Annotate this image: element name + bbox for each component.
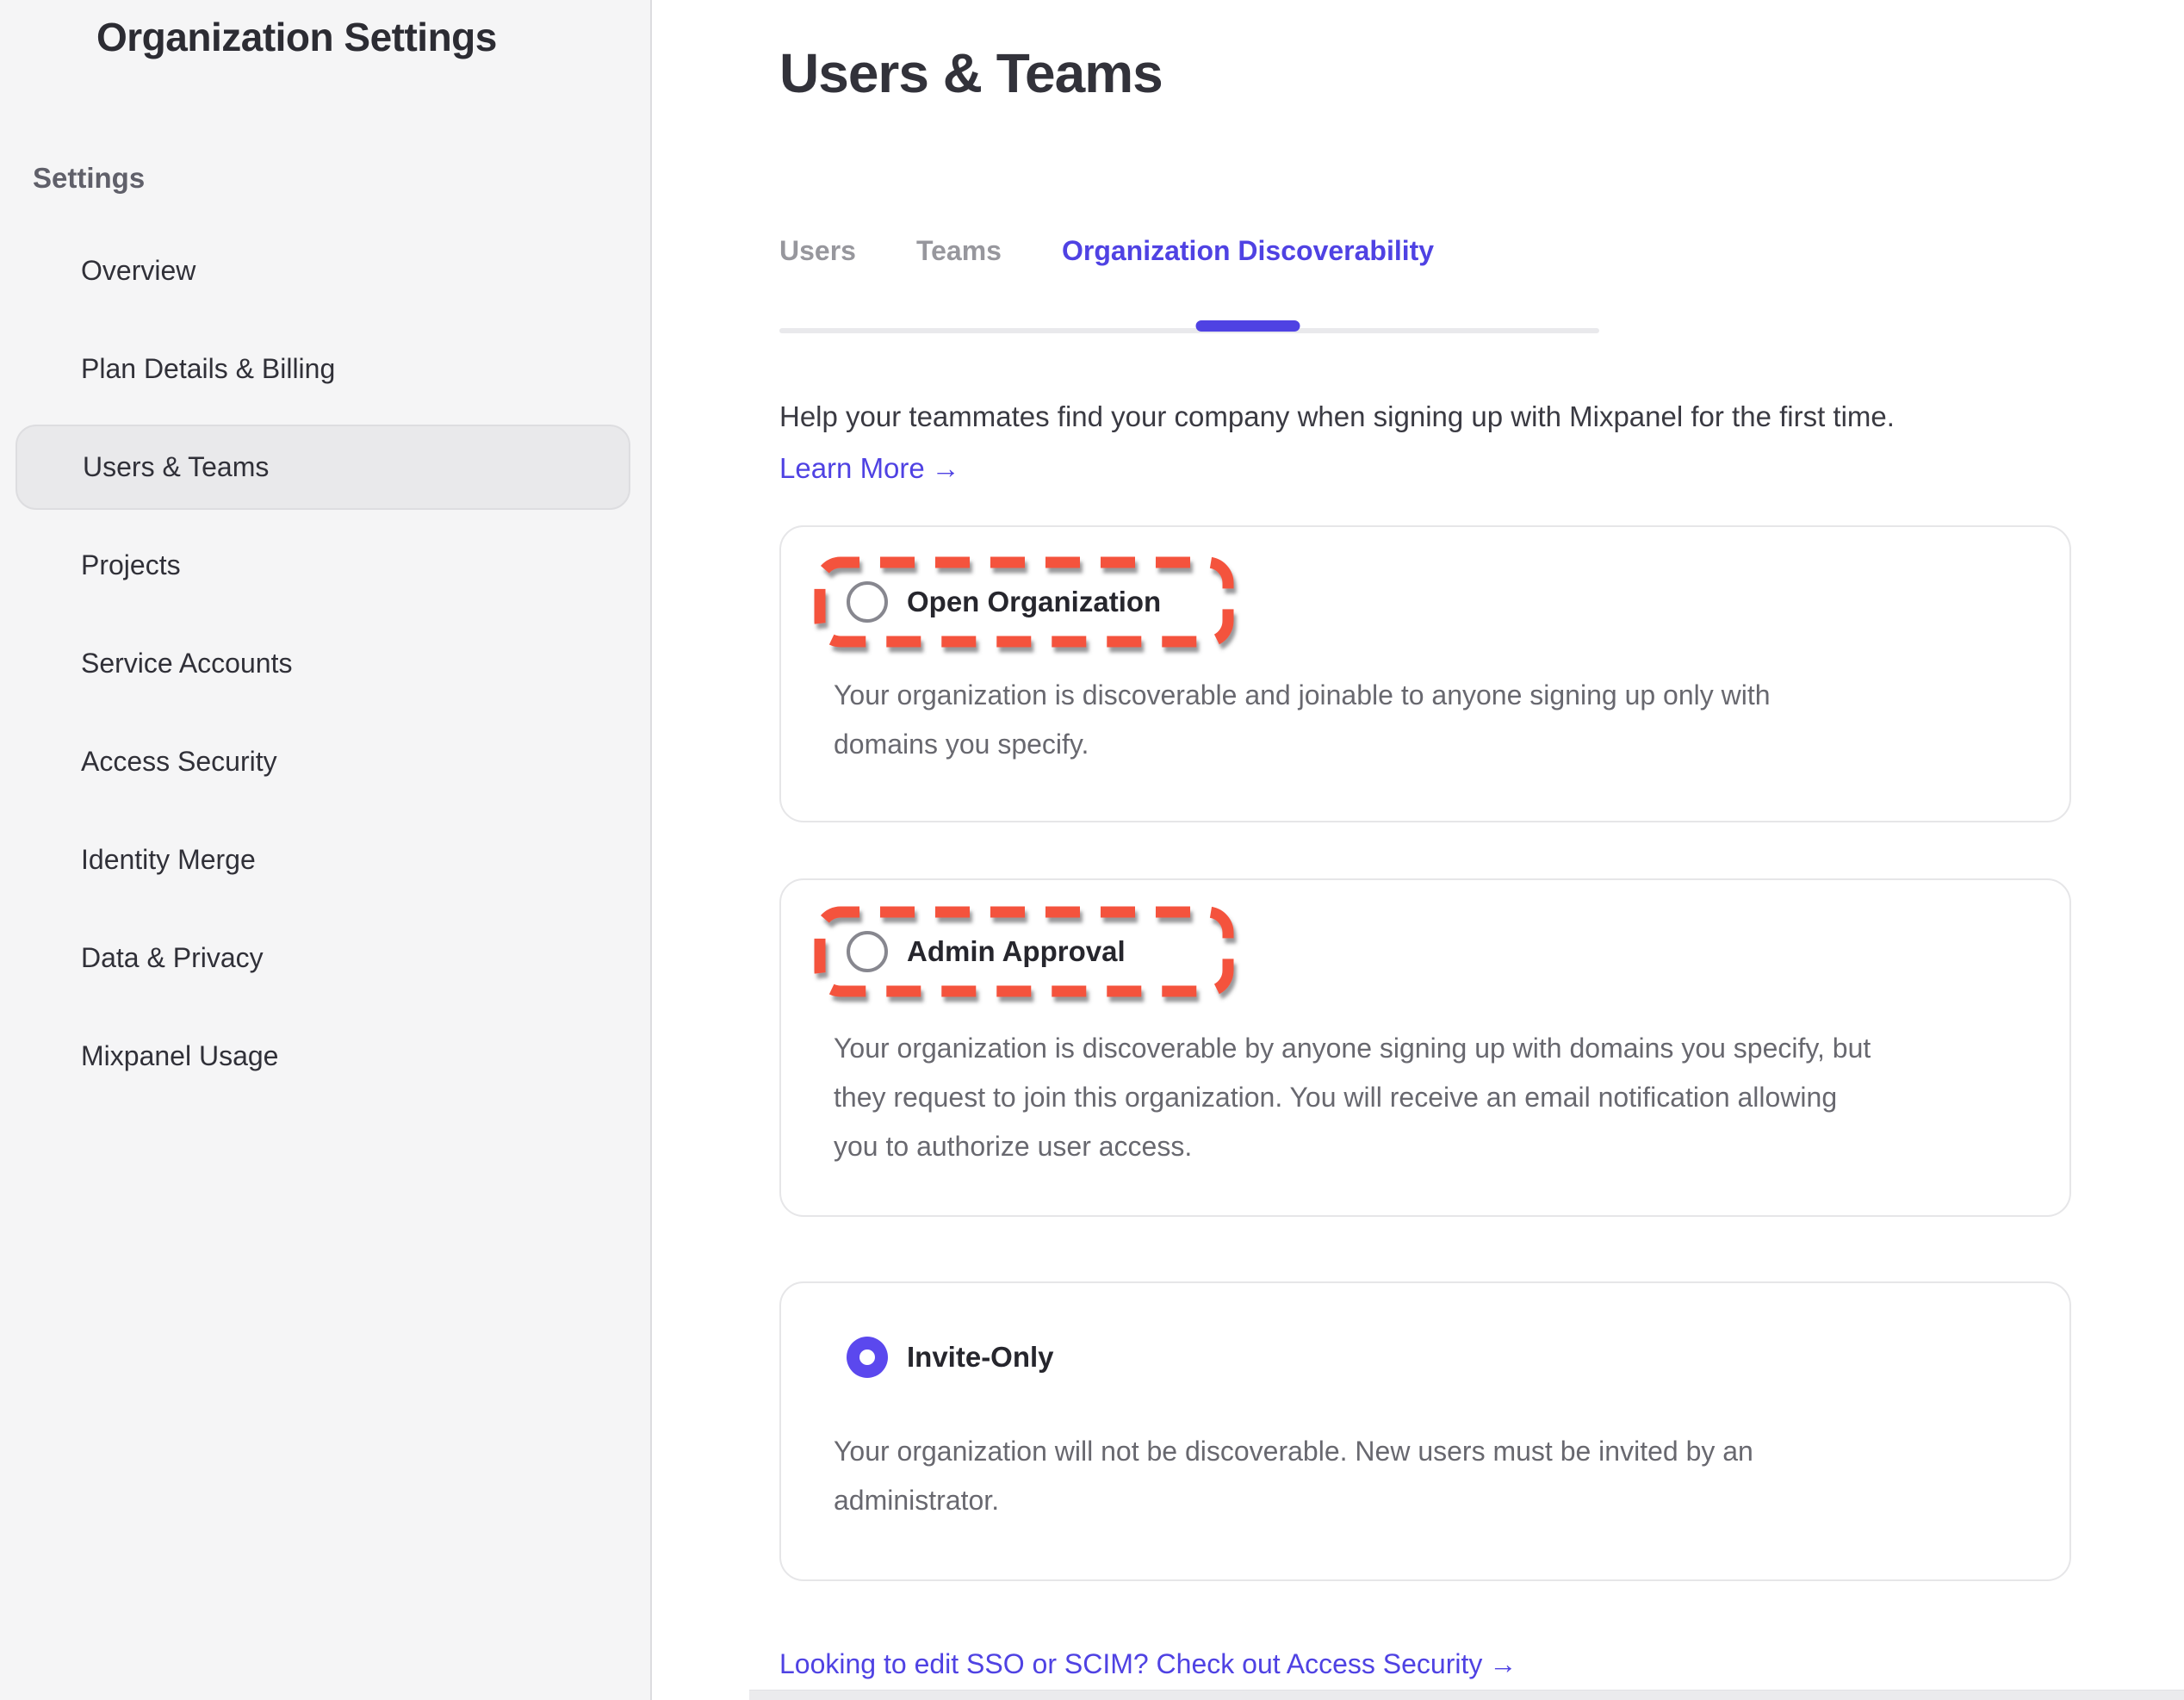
option-card-invite-only: Invite-Only Your organization will not b… bbox=[779, 1281, 2071, 1581]
sidebar-item-access-security[interactable]: Access Security bbox=[16, 719, 630, 804]
option-invite-only[interactable]: Invite-Only bbox=[814, 1312, 1234, 1403]
sidebar-item-users-teams[interactable]: Users & Teams bbox=[16, 425, 630, 510]
option-desc-invite-only: Your organization will not be discoverab… bbox=[834, 1427, 1880, 1525]
option-card-admin-approval: Admin Approval Your organization is disc… bbox=[779, 878, 2071, 1217]
sidebar-item-projects[interactable]: Projects bbox=[16, 523, 630, 608]
sidebar-title: Organization Settings bbox=[96, 14, 650, 60]
tabs: Users Teams Organization Discoverability bbox=[779, 225, 2184, 333]
arrow-right-icon: → bbox=[932, 452, 960, 484]
main-content: Users & Teams Users Teams Organization D… bbox=[654, 0, 2184, 1700]
radio-open-organization[interactable] bbox=[847, 581, 888, 623]
arrow-right-icon: → bbox=[1489, 1648, 1517, 1679]
tabs-underline bbox=[779, 328, 1599, 333]
active-tab-indicator bbox=[1196, 320, 1300, 332]
radio-invite-only[interactable] bbox=[847, 1337, 888, 1378]
option-desc-open-organization: Your organization is discoverable and jo… bbox=[834, 671, 1880, 769]
sidebar-item-identity-merge[interactable]: Identity Merge bbox=[16, 817, 630, 903]
learn-more-label: Learn More bbox=[779, 452, 925, 484]
option-open-organization[interactable]: Open Organization bbox=[814, 556, 1234, 648]
option-title-admin-approval: Admin Approval bbox=[907, 935, 1126, 968]
option-title-open-organization: Open Organization bbox=[907, 586, 1161, 618]
tab-organization-discoverability[interactable]: Organization Discoverability bbox=[1062, 225, 1434, 276]
tab-users[interactable]: Users bbox=[779, 225, 856, 276]
sidebar-item-data-privacy[interactable]: Data & Privacy bbox=[16, 915, 630, 1001]
sidebar: Organization Settings Settings Overview … bbox=[0, 0, 652, 1700]
sidebar-section-settings: Settings bbox=[33, 162, 650, 195]
access-security-label: Looking to edit SSO or SCIM? Check out A… bbox=[779, 1648, 1482, 1679]
option-card-open-organization: Open Organization Your organization is d… bbox=[779, 525, 2071, 822]
sidebar-item-service-accounts[interactable]: Service Accounts bbox=[16, 621, 630, 706]
sidebar-item-overview[interactable]: Overview bbox=[16, 228, 630, 313]
option-desc-admin-approval: Your organization is discoverable by any… bbox=[834, 1024, 1880, 1171]
option-title-invite-only: Invite-Only bbox=[907, 1341, 1054, 1374]
access-security-link[interactable]: Looking to edit SSO or SCIM? Check out A… bbox=[779, 1648, 1517, 1680]
page-title: Users & Teams bbox=[779, 41, 2184, 105]
radio-dot bbox=[859, 1349, 875, 1365]
radio-admin-approval[interactable] bbox=[847, 931, 888, 972]
intro-text: Help your teammates find your company wh… bbox=[779, 399, 2175, 435]
learn-more-link[interactable]: Learn More→ bbox=[779, 450, 960, 487]
option-admin-approval[interactable]: Admin Approval bbox=[814, 906, 1234, 997]
sidebar-item-plan-details-billing[interactable]: Plan Details & Billing bbox=[16, 326, 630, 412]
cutoff-content-strip bbox=[749, 1690, 2184, 1700]
tab-teams[interactable]: Teams bbox=[916, 225, 1002, 276]
sidebar-item-mixpanel-usage[interactable]: Mixpanel Usage bbox=[16, 1014, 630, 1099]
sidebar-nav: Overview Plan Details & Billing Users & … bbox=[0, 228, 650, 1099]
tab-label: Organization Discoverability bbox=[1062, 235, 1434, 266]
